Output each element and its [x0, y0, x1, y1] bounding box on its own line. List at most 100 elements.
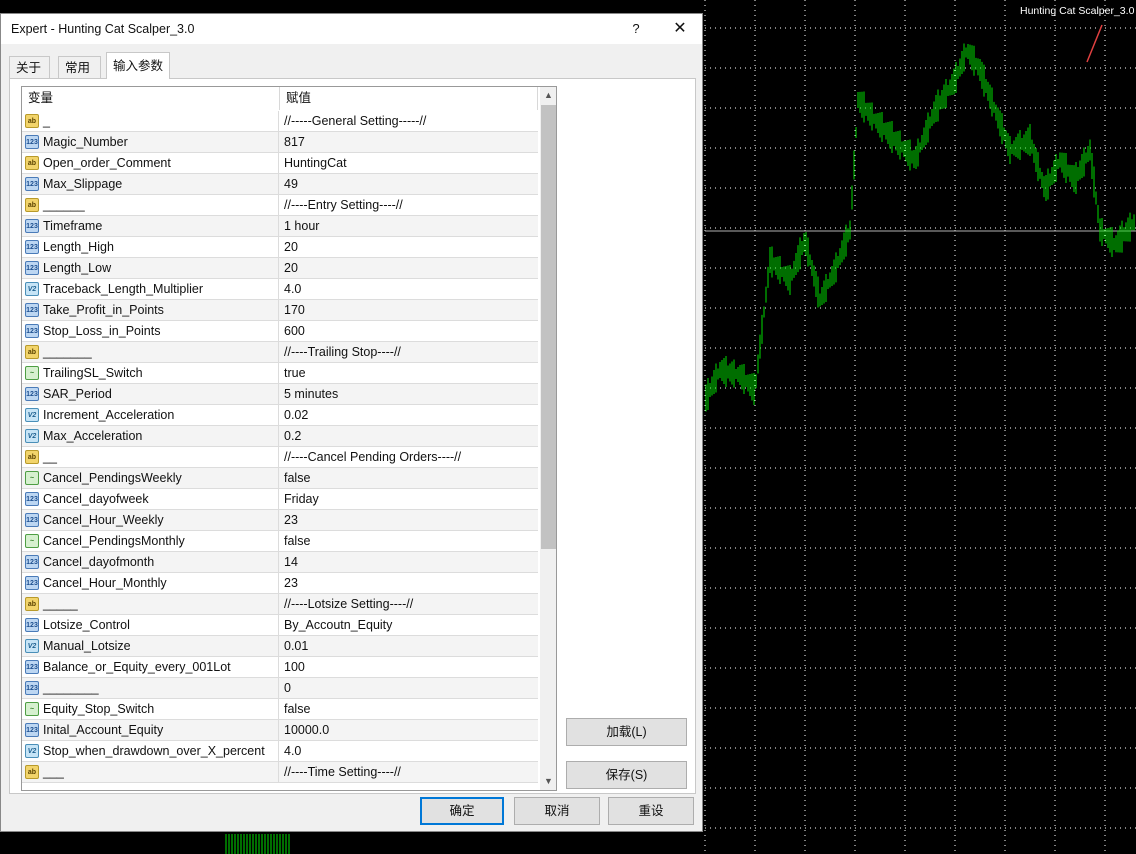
- value-cell[interactable]: 0.2: [279, 426, 538, 446]
- variable-name-cell: _: [22, 111, 279, 131]
- table-row[interactable]: ___ ab //----Time Setting----//: [22, 762, 538, 783]
- value-cell[interactable]: By_Accoutn_Equity: [279, 615, 538, 635]
- value-cell[interactable]: 14: [279, 552, 538, 572]
- table-row[interactable]: _____ ab //----Lotsize Setting----//: [22, 594, 538, 615]
- table-row[interactable]: Manual_Lotsize V2 0.01: [22, 636, 538, 657]
- value-cell[interactable]: false: [279, 699, 538, 719]
- tab-inputs[interactable]: 输入参数: [106, 52, 170, 79]
- value-cell[interactable]: 49: [279, 174, 538, 194]
- table-row[interactable]: TrailingSL_Switch ~ true: [22, 363, 538, 384]
- vertical-scrollbar[interactable]: ▲ ▼: [540, 87, 556, 790]
- table-row[interactable]: Take_Profit_in_Points 123 170: [22, 300, 538, 321]
- table-row[interactable]: Cancel_dayofweek 123 Friday: [22, 489, 538, 510]
- arrow-icon: [1086, 24, 1103, 63]
- value-cell[interactable]: //----Trailing Stop----//: [279, 342, 538, 362]
- value-cell[interactable]: //----Cancel Pending Orders----//: [279, 447, 538, 467]
- variable-name: _____: [43, 597, 78, 611]
- variable-name: Traceback_Length_Multiplier: [43, 282, 204, 296]
- value-cell[interactable]: //----Lotsize Setting----//: [279, 594, 538, 614]
- value-cell[interactable]: false: [279, 468, 538, 488]
- type-num-icon: 123: [25, 618, 39, 632]
- table-row[interactable]: Balance_or_Equity_every_001Lot 123 100: [22, 657, 538, 678]
- table-row[interactable]: ______ ab //----Entry Setting----//: [22, 195, 538, 216]
- value-cell[interactable]: 0.01: [279, 636, 538, 656]
- inputs-table[interactable]: 变量 赋值 _ ab//-----General Setting-----//Ma…: [21, 86, 557, 791]
- tab-about[interactable]: 关于: [9, 56, 50, 78]
- value-cell[interactable]: HuntingCat: [279, 153, 538, 173]
- value-cell[interactable]: 1 hour: [279, 216, 538, 236]
- variable-name-cell: _______: [22, 342, 279, 362]
- table-row[interactable]: Length_High 123 20: [22, 237, 538, 258]
- scroll-thumb[interactable]: [541, 105, 556, 549]
- table-row[interactable]: Length_Low 123 20: [22, 258, 538, 279]
- type-num-icon: 123: [25, 240, 39, 254]
- table-row[interactable]: _______ ab //----Trailing Stop----//: [22, 342, 538, 363]
- table-row[interactable]: Max_Acceleration V2 0.2: [22, 426, 538, 447]
- table-row[interactable]: __ ab //----Cancel Pending Orders----//: [22, 447, 538, 468]
- table-row[interactable]: Traceback_Length_Multiplier V2 4.0: [22, 279, 538, 300]
- value-cell[interactable]: 4.0: [279, 741, 538, 761]
- type-ab-icon: ab: [25, 114, 39, 128]
- value-cell[interactable]: 23: [279, 510, 538, 530]
- table-row[interactable]: Cancel_Hour_Weekly 123 23: [22, 510, 538, 531]
- table-row[interactable]: SAR_Period 123 5 minutes: [22, 384, 538, 405]
- table-row[interactable]: Inital_Account_Equity 123 10000.0: [22, 720, 538, 741]
- value-cell[interactable]: false: [279, 531, 538, 551]
- scroll-down-icon[interactable]: ▼: [540, 773, 556, 790]
- variable-name: _: [43, 114, 50, 128]
- variable-name: Max_Slippage: [43, 177, 123, 191]
- value-cell[interactable]: 10000.0: [279, 720, 538, 740]
- table-row[interactable]: Cancel_Hour_Monthly 123 23: [22, 573, 538, 594]
- value-cell[interactable]: 23: [279, 573, 538, 593]
- value-cell[interactable]: 20: [279, 258, 538, 278]
- value-cell[interactable]: true: [279, 363, 538, 383]
- cancel-button[interactable]: 取消: [514, 797, 600, 825]
- value-cell[interactable]: //----Time Setting----//: [279, 762, 538, 782]
- type-num-icon: 123: [25, 303, 39, 317]
- variable-name-cell: Timeframe: [22, 216, 279, 236]
- tab-common[interactable]: 常用: [58, 56, 101, 78]
- variable-name-cell: ___: [22, 762, 279, 782]
- value-cell[interactable]: //----Entry Setting----//: [279, 195, 538, 215]
- table-row[interactable]: Equity_Stop_Switch ~ false: [22, 699, 538, 720]
- value-cell[interactable]: Friday: [279, 489, 538, 509]
- variable-name-cell: Cancel_PendingsWeekly: [22, 468, 279, 488]
- value-cell[interactable]: 5 minutes: [279, 384, 538, 404]
- table-row[interactable]: Lotsize_Control 123 By_Accoutn_Equity: [22, 615, 538, 636]
- table-row[interactable]: Open_order_Comment ab HuntingCat: [22, 153, 538, 174]
- column-header-variable[interactable]: 变量: [22, 87, 280, 110]
- table-row[interactable]: Magic_Number 123 817: [22, 132, 538, 153]
- type-ab-icon: ab: [25, 198, 39, 212]
- close-icon[interactable]: ✕: [665, 18, 695, 40]
- table-row[interactable]: Max_Slippage 123 49: [22, 174, 538, 195]
- value-cell[interactable]: 20: [279, 237, 538, 257]
- column-header-value[interactable]: 赋值: [280, 87, 538, 110]
- table-row[interactable]: Cancel_PendingsMonthly ~ false: [22, 531, 538, 552]
- variable-name: Cancel_PendingsWeekly: [43, 471, 182, 485]
- value-cell[interactable]: 817: [279, 132, 538, 152]
- load-button[interactable]: 加载(L): [566, 718, 687, 746]
- value-cell[interactable]: 100: [279, 657, 538, 677]
- value-cell[interactable]: 170: [279, 300, 538, 320]
- table-row[interactable]: ________ 123 0: [22, 678, 538, 699]
- value-cell[interactable]: 4.0: [279, 279, 538, 299]
- value-cell[interactable]: //-----General Setting-----//: [279, 111, 538, 131]
- help-icon[interactable]: ?: [621, 18, 651, 40]
- table-row[interactable]: Stop_when_drawdown_over_X_percent V2 4.0: [22, 741, 538, 762]
- table-row[interactable]: Increment_Acceleration V2 0.02: [22, 405, 538, 426]
- value-cell[interactable]: 600: [279, 321, 538, 341]
- value-cell[interactable]: 0.02: [279, 405, 538, 425]
- table-row[interactable]: _ ab //-----General Setting-----//: [22, 111, 538, 132]
- table-row[interactable]: Cancel_dayofmonth 123 14: [22, 552, 538, 573]
- type-num-icon: 123: [25, 555, 39, 569]
- table-row[interactable]: Cancel_PendingsWeekly ~ false: [22, 468, 538, 489]
- scroll-up-icon[interactable]: ▲: [540, 87, 556, 104]
- reset-button[interactable]: 重设: [608, 797, 694, 825]
- table-row[interactable]: Stop_Loss_in_Points 123 600: [22, 321, 538, 342]
- type-ab-icon: ab: [25, 156, 39, 170]
- ok-button[interactable]: 确定: [420, 797, 504, 825]
- save-button[interactable]: 保存(S): [566, 761, 687, 789]
- table-row[interactable]: Timeframe 123 1 hour: [22, 216, 538, 237]
- value-cell[interactable]: 0: [279, 678, 538, 698]
- type-ab-icon: ab: [25, 597, 39, 611]
